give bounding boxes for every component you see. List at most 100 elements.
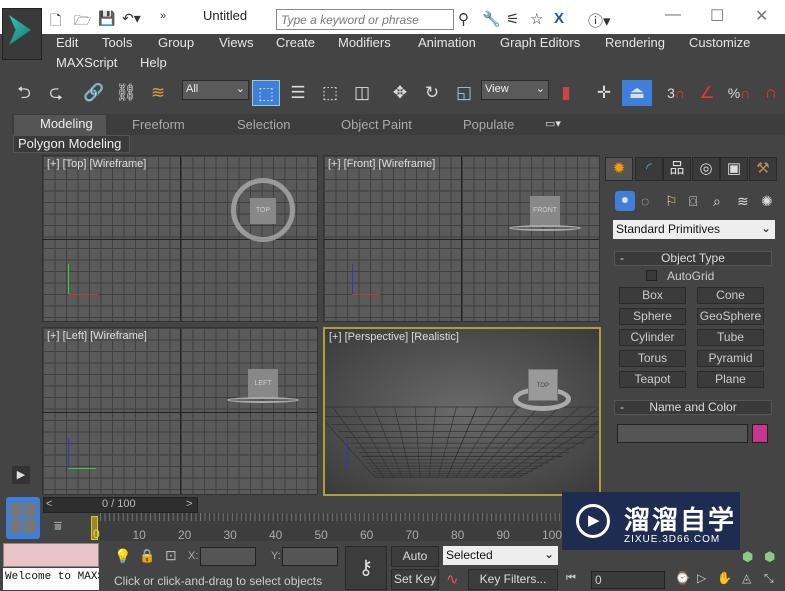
save-icon[interactable]: 💾	[98, 10, 115, 27]
cameras-icon[interactable]: ⌼	[689, 193, 697, 210]
menu-views[interactable]: Views	[219, 35, 253, 50]
more-icon[interactable]: »	[160, 10, 166, 22]
open-file-icon[interactable]: 🗁	[74, 10, 91, 34]
keyboard-shortcut-icon[interactable]: ⏏	[622, 80, 652, 106]
x-coordinate-input[interactable]	[200, 547, 256, 566]
create-cylinder-button[interactable]: Cylinder	[619, 329, 686, 346]
transform-mode-icon[interactable]: ⊡	[165, 547, 177, 564]
tube-object[interactable]	[509, 225, 581, 231]
select-by-name-icon[interactable]: ☰	[286, 80, 310, 106]
new-file-icon[interactable]: 🗋	[50, 10, 61, 34]
move-icon[interactable]: ✥	[388, 80, 412, 106]
zoom-extents-all-icon[interactable]: ⬢	[742, 549, 753, 565]
binoculars-icon[interactable]: ⚲	[458, 10, 469, 28]
snap-toggle-icon[interactable]: 3∩	[662, 80, 690, 106]
zoom-extents-selected-icon[interactable]: ⬢	[764, 549, 775, 565]
y-coordinate-input[interactable]	[282, 547, 338, 566]
create-plane-button[interactable]: Plane	[697, 371, 764, 388]
utilities-tab-icon[interactable]: ⚒	[749, 157, 777, 181]
minimize-button[interactable]: —	[665, 6, 681, 24]
undo-icon[interactable]: ⮌	[12, 80, 36, 106]
ribbon-options-icon[interactable]: ▭▾	[545, 117, 561, 130]
create-box-button[interactable]: Box	[619, 287, 686, 304]
create-teapot-button[interactable]: Teapot	[619, 371, 686, 388]
menu-tools[interactable]: Tools	[102, 35, 132, 50]
scale-icon[interactable]: ◱	[452, 80, 476, 106]
menu-edit[interactable]: Edit	[56, 35, 78, 50]
timeline-track[interactable]	[100, 513, 560, 541]
object-type-rollout[interactable]: - Object Type	[614, 251, 772, 266]
create-torus-button[interactable]: Torus	[619, 350, 686, 367]
menu-help[interactable]: Help	[140, 55, 167, 70]
motion-tab-icon[interactable]: ◎	[692, 157, 720, 181]
object-color-swatch[interactable]	[752, 424, 768, 443]
create-tab-icon[interactable]: ✹	[605, 157, 633, 181]
reference-coordinate-dropdown[interactable]: View ⌄	[481, 80, 549, 100]
box-object[interactable]: TOP	[250, 198, 276, 224]
box-object[interactable]: FRONT	[530, 196, 560, 226]
systems-icon[interactable]: ✺	[761, 193, 773, 210]
search-input[interactable]: Type a keyword or phrase	[276, 9, 454, 30]
menu-maxscript[interactable]: MAXScript	[56, 55, 117, 70]
prev-frame-icon[interactable]: <	[46, 498, 52, 510]
close-button[interactable]: ✕	[755, 6, 768, 26]
orbit-icon[interactable]: ◬	[742, 571, 751, 585]
help-icon[interactable]: ⓘ▾	[588, 10, 611, 31]
menu-modifiers[interactable]: Modifiers	[338, 35, 391, 50]
undo-icon[interactable]: ↶▾	[122, 10, 141, 27]
name-and-color-rollout[interactable]: - Name and Color	[614, 400, 772, 415]
app-menu-button[interactable]	[2, 8, 42, 60]
tab-object-paint[interactable]: Object Paint	[341, 117, 412, 132]
rectangular-selection-icon[interactable]: ⬚	[318, 80, 342, 106]
key-mode-dropdown[interactable]: Selected ⌄	[443, 546, 558, 565]
window-crossing-icon[interactable]: ◫	[350, 80, 374, 106]
category-dropdown[interactable]: Standard Primitives ⌄	[613, 220, 775, 239]
selection-filter-dropdown[interactable]: All ⌄	[182, 80, 249, 100]
expand-play-icon[interactable]: ▶	[12, 466, 30, 484]
menu-animation[interactable]: Animation	[418, 35, 476, 50]
key-tangent-icon[interactable]: ∿	[446, 570, 459, 588]
modify-tab-icon[interactable]: ◜	[635, 157, 663, 181]
bind-space-warp-icon[interactable]: ≋	[146, 80, 170, 106]
helpers-icon[interactable]: ⌕	[713, 193, 721, 210]
star-icon[interactable]: ☆	[530, 10, 543, 28]
create-sphere-button[interactable]: Sphere	[619, 308, 686, 325]
key-filters-button[interactable]: Key Filters...	[468, 569, 558, 590]
maxscript-listener-output[interactable]	[3, 543, 99, 567]
create-tube-button[interactable]: Tube	[697, 329, 764, 346]
time-config-icon[interactable]: ⌚	[675, 571, 690, 585]
satellite-icon[interactable]: ⚟	[506, 10, 519, 28]
polygon-modeling-panel[interactable]: Polygon Modeling	[13, 135, 130, 153]
box-object[interactable]: LEFT	[248, 369, 278, 399]
select-object-icon[interactable]: ⬚	[252, 80, 280, 106]
current-frame-input[interactable]: 0	[591, 571, 665, 589]
spinner-snap-icon[interactable]: ∩	[758, 80, 784, 106]
create-geosphere-button[interactable]: GeoSphere	[697, 308, 764, 325]
rotate-icon[interactable]: ↻	[420, 80, 444, 106]
curve-editor-icon[interactable]: ⩸	[54, 518, 62, 534]
menu-rendering[interactable]: Rendering	[605, 35, 665, 50]
menu-create[interactable]: Create	[276, 35, 315, 50]
object-name-input[interactable]	[617, 424, 748, 443]
maxscript-listener-input[interactable]: Welcome to MAXS	[3, 568, 99, 590]
set-key-mode-icon[interactable]: ⚷	[345, 546, 387, 590]
time-slider[interactable]: < 0 / 100 >	[43, 497, 198, 513]
set-key-button[interactable]: Set Key	[391, 569, 439, 590]
viewport-perspective[interactable]: [+] [Perspective] [Realistic] TOP FRONT	[323, 327, 601, 496]
tab-freeform[interactable]: Freeform	[132, 117, 185, 132]
exchange-icon[interactable]: X	[554, 10, 564, 27]
menu-graph-editors[interactable]: Graph Editors	[500, 35, 580, 50]
redo-icon[interactable]: ⮎	[44, 80, 68, 106]
percent-snap-icon[interactable]: %∩	[726, 80, 752, 106]
lock-selection-icon[interactable]: 🔒	[139, 548, 155, 564]
tab-selection[interactable]: Selection	[237, 117, 290, 132]
link-icon[interactable]: 🔗	[82, 80, 106, 106]
shapes-icon[interactable]: ◌	[641, 193, 649, 209]
display-tab-icon[interactable]: ▣	[720, 157, 748, 181]
pivot-icon[interactable]: ▮	[554, 80, 578, 106]
isolate-icon[interactable]: 💡	[114, 548, 131, 565]
lights-icon[interactable]: ⚐	[665, 193, 678, 210]
next-frame-icon[interactable]: >	[186, 498, 192, 510]
create-pyramid-button[interactable]: Pyramid	[697, 350, 764, 367]
menu-group[interactable]: Group	[158, 35, 194, 50]
